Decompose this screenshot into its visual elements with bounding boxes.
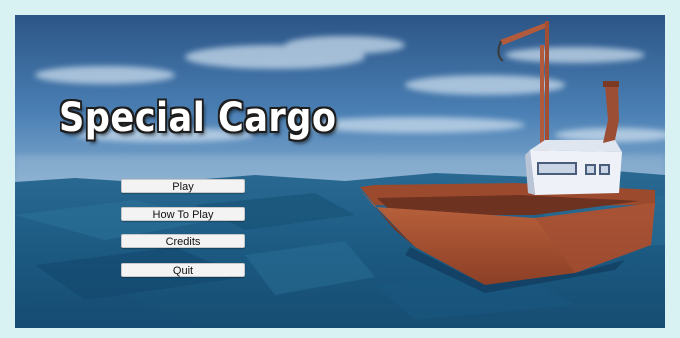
- game-title: Special Cargo: [59, 95, 337, 141]
- game-viewport: Special Cargo Play How To Play Credits Q…: [15, 15, 665, 328]
- quit-button[interactable]: Quit: [121, 263, 245, 277]
- game-scene: [15, 15, 665, 328]
- play-button[interactable]: Play: [121, 179, 245, 193]
- how-to-play-button[interactable]: How To Play: [121, 207, 245, 221]
- credits-button[interactable]: Credits: [121, 234, 245, 248]
- boat-cabin: [525, 140, 622, 195]
